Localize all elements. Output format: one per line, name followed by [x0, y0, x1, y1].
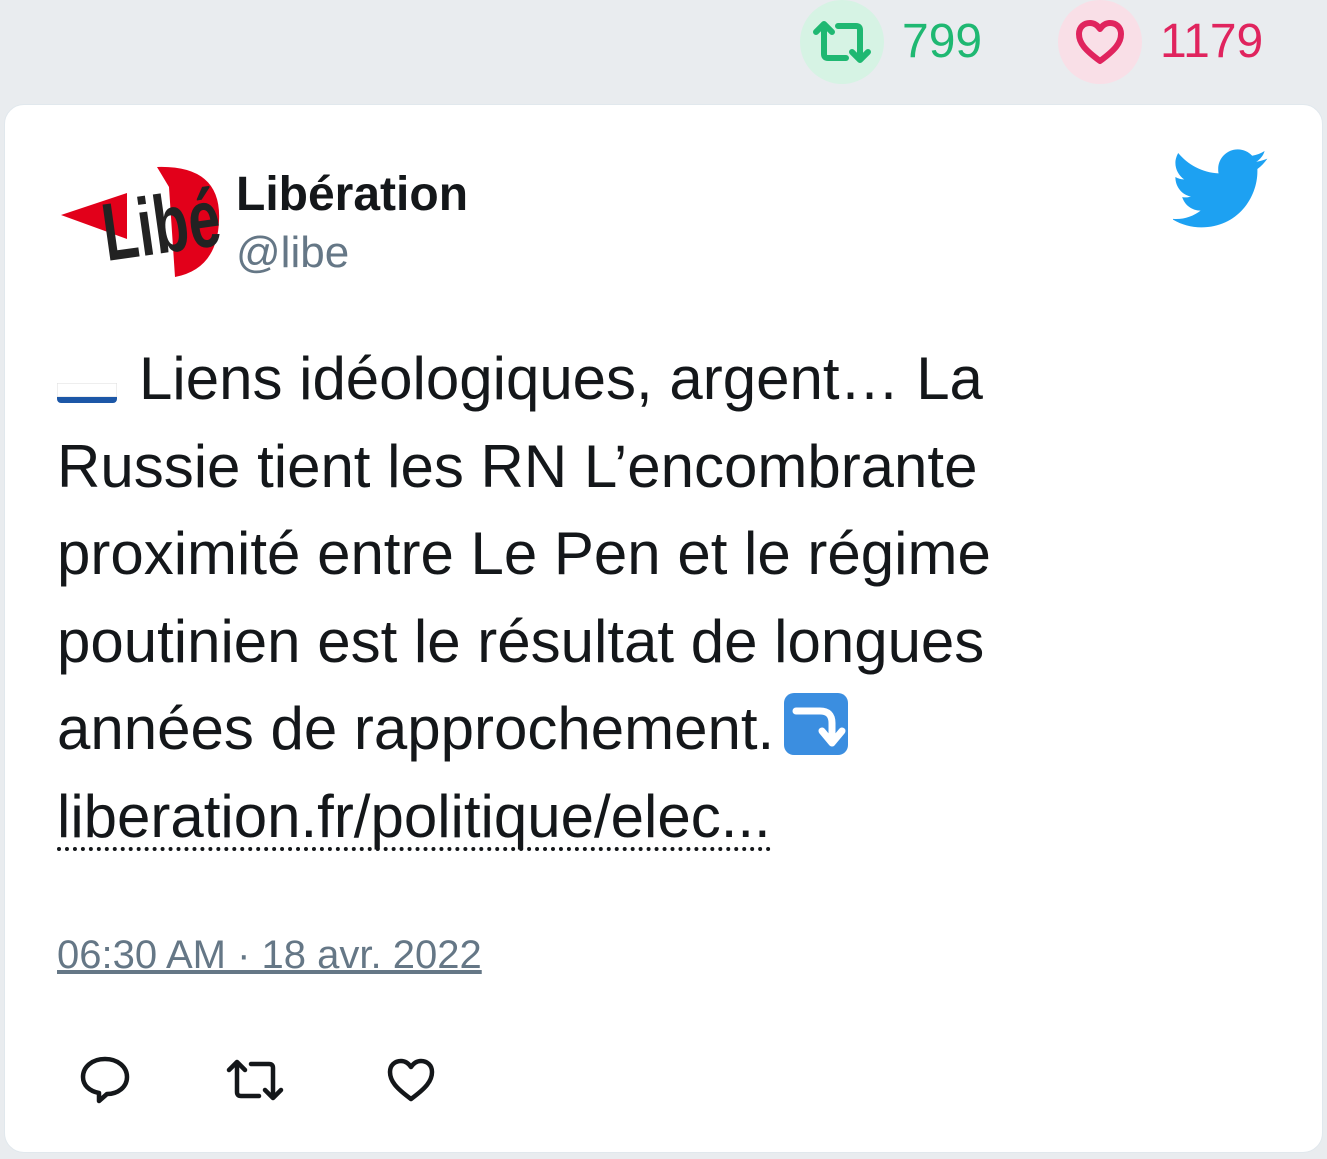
retweet-stat[interactable]: 799: [800, 0, 982, 84]
author-handle[interactable]: @libe: [236, 225, 349, 281]
reply-icon[interactable]: [75, 1050, 135, 1110]
libe-logo[interactable]: Libé: [57, 157, 227, 283]
author-name[interactable]: Libération: [236, 165, 468, 225]
logo-text: Libé: [96, 171, 226, 278]
retweet-action-icon[interactable]: [225, 1050, 285, 1110]
tweet-timestamp[interactable]: 06:30 AM · 18 avr. 2022: [57, 929, 482, 981]
russia-flag-icon: [57, 361, 117, 403]
like-stat[interactable]: 1179: [1058, 0, 1263, 84]
tweet-card: Libé Libération @libe Liens idéologiques…: [4, 104, 1323, 1153]
like-count: 1179: [1160, 15, 1264, 68]
retweet-icon[interactable]: [800, 0, 884, 84]
retweet-count: 799: [902, 15, 983, 68]
twitter-bird-icon[interactable]: [1171, 149, 1269, 229]
right-arrow-curving-down-icon: [782, 691, 850, 757]
engagement-stats-bar: 799 1179: [0, 0, 1327, 100]
heart-icon[interactable]: [1058, 0, 1142, 84]
article-link[interactable]: liberation.fr/politique/elec...: [57, 786, 771, 851]
like-action-icon[interactable]: [381, 1050, 441, 1110]
tweet-text: Liens idéologiques, argent… La Russie ti…: [57, 335, 1137, 860]
tweet-body: Liens idéologiques, argent… La Russie ti…: [57, 345, 991, 762]
